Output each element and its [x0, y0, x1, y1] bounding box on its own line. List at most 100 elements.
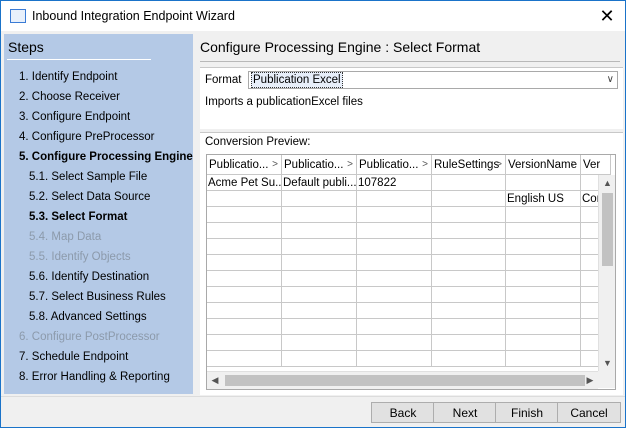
table-cell[interactable] — [432, 223, 506, 239]
table-cell[interactable] — [207, 255, 282, 271]
table-cell[interactable] — [432, 287, 506, 303]
table-cell[interactable]: 107822 — [357, 175, 432, 191]
sort-arrow-icon[interactable]: > — [272, 155, 278, 174]
vertical-scroll-thumb[interactable] — [602, 193, 613, 266]
table-cell[interactable] — [506, 351, 581, 367]
step-item: 7. Schedule Endpoint — [19, 351, 129, 363]
table-cell[interactable] — [506, 175, 581, 191]
table-cell[interactable] — [506, 335, 581, 351]
close-button[interactable]: ✕ — [595, 5, 619, 27]
table-cell[interactable] — [282, 271, 357, 287]
table-cell[interactable] — [506, 319, 581, 335]
cancel-button[interactable]: Cancel — [557, 402, 621, 423]
column-header-label: Ver — [583, 159, 601, 171]
horizontal-scrollbar[interactable]: ◀ ▶ — [207, 371, 598, 389]
format-selected-value: Publication Excel — [251, 72, 343, 88]
table-cell[interactable] — [432, 255, 506, 271]
table-cell[interactable] — [506, 255, 581, 271]
table-cell[interactable] — [282, 319, 357, 335]
table-cell[interactable] — [357, 271, 432, 287]
steps-sidebar: Steps 1. Identify Endpoint 2. Choose Rece… — [4, 34, 193, 394]
table-cell[interactable]: Default publi... — [282, 175, 357, 191]
column-header[interactable]: RuleSettings > — [432, 155, 506, 175]
table-cell[interactable] — [432, 239, 506, 255]
table-cell[interactable] — [207, 239, 282, 255]
table-cell[interactable] — [357, 319, 432, 335]
table-cell[interactable] — [357, 287, 432, 303]
table-cell[interactable] — [207, 271, 282, 287]
table-cell[interactable] — [207, 191, 282, 207]
sort-arrow-icon[interactable]: > — [571, 155, 577, 174]
scroll-corner — [598, 371, 615, 388]
next-button[interactable]: Next — [433, 402, 497, 423]
table-cell[interactable] — [506, 271, 581, 287]
table-cell[interactable] — [357, 351, 432, 367]
table-cell[interactable] — [282, 255, 357, 271]
format-dropdown[interactable]: Publication Excel ∨ — [248, 71, 618, 89]
step-item: 2. Choose Receiver — [19, 91, 120, 103]
step-item: 5.4. Map Data — [29, 231, 102, 243]
table-cell[interactable] — [282, 335, 357, 351]
table-cell[interactable] — [207, 335, 282, 351]
step-item: 8. Error Handling & Reporting — [19, 371, 170, 383]
table-cell[interactable]: English US — [506, 191, 581, 207]
chevron-down-icon[interactable]: ∨ — [607, 72, 614, 87]
table-cell[interactable] — [282, 223, 357, 239]
table-cell[interactable] — [432, 271, 506, 287]
table-cell[interactable] — [506, 287, 581, 303]
scroll-right-icon[interactable]: ▶ — [582, 372, 598, 389]
table-cell[interactable] — [207, 207, 282, 223]
scroll-up-icon[interactable]: ▲ — [599, 175, 615, 191]
table-cell[interactable] — [207, 303, 282, 319]
column-header[interactable]: Publicatio... > — [282, 155, 357, 175]
title-divider — [200, 61, 620, 62]
table-cell[interactable] — [357, 191, 432, 207]
table-cell[interactable] — [207, 351, 282, 367]
table-cell[interactable] — [432, 207, 506, 223]
table-cell[interactable] — [282, 207, 357, 223]
table-cell[interactable] — [506, 303, 581, 319]
table-cell[interactable] — [282, 191, 357, 207]
table-cell[interactable] — [357, 255, 432, 271]
table-cell[interactable] — [506, 239, 581, 255]
column-header[interactable]: VersionName > — [506, 155, 581, 175]
table-cell[interactable] — [207, 287, 282, 303]
table-cell[interactable] — [432, 351, 506, 367]
table-cell[interactable] — [207, 319, 282, 335]
table-cell[interactable] — [357, 239, 432, 255]
sort-arrow-icon[interactable]: > — [422, 155, 428, 174]
table-cell[interactable] — [282, 239, 357, 255]
table-cell[interactable] — [357, 223, 432, 239]
window-title: Inbound Integration Endpoint Wizard — [32, 9, 235, 23]
table-cell[interactable] — [282, 287, 357, 303]
table-cell[interactable] — [357, 303, 432, 319]
table-cell[interactable] — [282, 303, 357, 319]
column-header[interactable]: Publicatio... > — [357, 155, 432, 175]
back-button[interactable]: Back — [371, 402, 435, 423]
table-cell[interactable] — [432, 303, 506, 319]
table-cell[interactable] — [432, 319, 506, 335]
sort-arrow-icon[interactable]: > — [347, 155, 353, 174]
table-cell[interactable] — [432, 175, 506, 191]
table-cell[interactable] — [282, 351, 357, 367]
column-header[interactable]: Ver — [581, 155, 611, 175]
page-title: Configure Processing Engine : Select For… — [200, 39, 481, 55]
table-cell[interactable] — [357, 335, 432, 351]
sort-arrow-icon[interactable]: > — [496, 155, 502, 174]
format-description: Imports a publicationExcel files — [205, 96, 363, 108]
finish-button[interactable]: Finish — [495, 402, 559, 423]
table-cell[interactable]: Acme Pet Su... — [207, 175, 282, 191]
vertical-scrollbar[interactable]: ▲ ▼ — [598, 175, 615, 371]
title-bar: Inbound Integration Endpoint Wizard ✕ — [1, 1, 625, 31]
table-cell[interactable] — [506, 223, 581, 239]
scroll-down-icon[interactable]: ▼ — [599, 355, 615, 371]
table-cell[interactable] — [432, 335, 506, 351]
table-cell[interactable] — [207, 223, 282, 239]
step-item: 5.7. Select Business Rules — [29, 291, 166, 303]
horizontal-scroll-thumb[interactable] — [225, 375, 585, 386]
scroll-left-icon[interactable]: ◀ — [207, 372, 223, 389]
table-cell[interactable] — [357, 207, 432, 223]
table-cell[interactable] — [506, 207, 581, 223]
table-cell[interactable] — [432, 191, 506, 207]
column-header[interactable]: Publicatio... > — [207, 155, 282, 175]
